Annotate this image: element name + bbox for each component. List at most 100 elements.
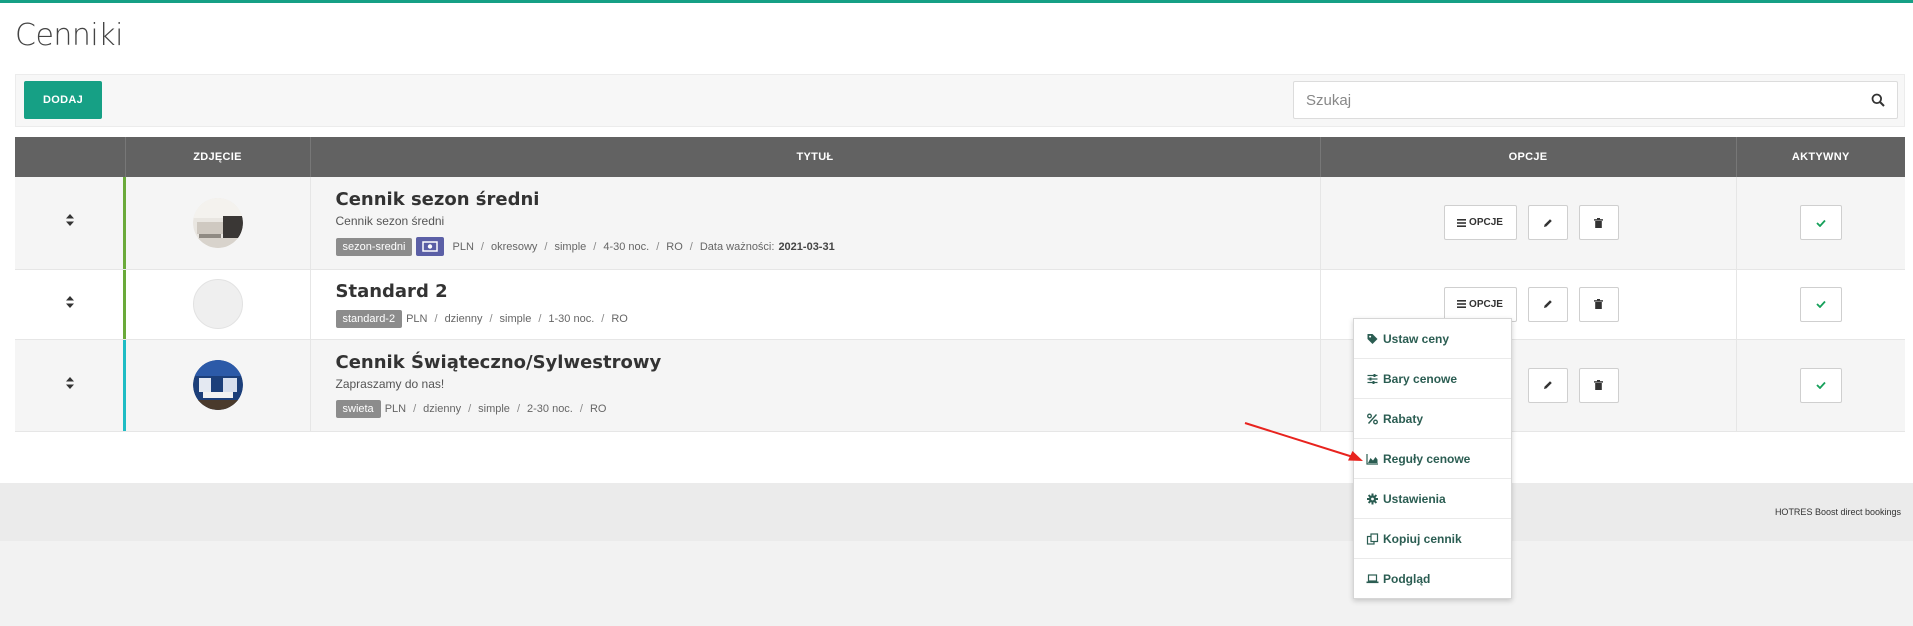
- copy-icon: [1366, 532, 1379, 545]
- code-badge: swieta: [335, 400, 381, 418]
- table-row: Cennik Świąteczno/Sylwestrowy Zapraszamy…: [15, 339, 1905, 432]
- sort-handle-icon[interactable]: [65, 295, 75, 309]
- header-options: OPCJE: [1320, 137, 1737, 177]
- delete-button[interactable]: [1578, 205, 1619, 241]
- room-photo: [192, 197, 243, 248]
- menu-item-label: Reguły cenowe: [1383, 451, 1471, 466]
- menu-item-price-bars[interactable]: Bary cenowe: [1354, 359, 1511, 399]
- search-input[interactable]: [1294, 82, 1854, 118]
- sort-handle-icon[interactable]: [65, 213, 75, 227]
- options-button[interactable]: OPCJE: [1443, 205, 1517, 241]
- edit-button[interactable]: [1527, 205, 1568, 241]
- pricing-type: simple: [478, 403, 510, 415]
- pricelist-subtitle: Zapraszamy do nas!: [335, 377, 445, 391]
- menu-item-label: Ustawienia: [1383, 491, 1446, 506]
- trash-icon: [1594, 299, 1603, 309]
- options-label: OPCJE: [1469, 217, 1503, 229]
- nights-range: 4-30 noc.: [603, 240, 650, 253]
- active-toggle[interactable]: [1799, 286, 1842, 322]
- period: dzienny: [423, 403, 462, 415]
- pricelist-name: Standard 2: [335, 280, 448, 302]
- edit-button[interactable]: [1527, 367, 1568, 403]
- gear-icon: [1367, 493, 1378, 504]
- menu-item-price-rules[interactable]: Reguły cenowe: [1354, 439, 1511, 479]
- menu-item-label: Kopiuj cennik: [1383, 531, 1462, 546]
- menu-item-label: Bary cenowe: [1383, 371, 1458, 386]
- sort-handle-icon[interactable]: [65, 376, 75, 390]
- menu-item-preview[interactable]: Podgląd: [1354, 559, 1511, 599]
- currency: PLN: [384, 403, 407, 415]
- sort-cell: [15, 269, 126, 340]
- search-box: [1293, 81, 1898, 119]
- header-active: AKTYWNY: [1736, 137, 1905, 177]
- pencil-icon: [1543, 218, 1552, 227]
- nights-range: 1-30 noc.: [548, 312, 595, 325]
- nights-range: 2-30 noc.: [527, 403, 573, 415]
- title-cell: Cennik sezon średni Cennik sezon średni …: [310, 177, 1321, 270]
- active-cell: [1736, 269, 1905, 340]
- delete-button[interactable]: [1578, 286, 1619, 322]
- menu-icon: [1457, 218, 1467, 227]
- pricelist-meta: swieta PLN / dzienny / simple/ 2-30 noc. / …: [335, 400, 1320, 418]
- photo-cell: [125, 177, 311, 270]
- board-type: RO: [666, 240, 683, 253]
- validity-date: 2021-03-31: [778, 240, 835, 253]
- laptop-icon: [1366, 574, 1379, 584]
- period: okresowy: [490, 240, 538, 253]
- menu-item-label: Rabaty: [1383, 411, 1424, 426]
- active-toggle[interactable]: [1799, 205, 1842, 241]
- delete-button[interactable]: [1578, 367, 1619, 403]
- pricing-type: simple: [499, 312, 532, 325]
- photo-placeholder: [192, 279, 243, 329]
- photo-cell: [125, 269, 311, 340]
- title-cell: Standard 2 standard-2 PLN / dzienny / simp…: [310, 269, 1321, 340]
- footer-text: HOTRES Boost direct bookings: [1774, 507, 1901, 517]
- period: dzienny: [444, 312, 483, 325]
- pricelist-subtitle: Cennik sezon średni: [335, 214, 445, 229]
- currency: PLN: [452, 240, 474, 253]
- code-badge: standard-2: [335, 309, 403, 328]
- active-cell: [1736, 339, 1905, 432]
- options-button[interactable]: OPCJE: [1443, 286, 1517, 322]
- search-icon[interactable]: [1871, 93, 1885, 107]
- options-label: OPCJE: [1469, 298, 1503, 310]
- title-cell: Cennik Świąteczno/Sylwestrowy Zapraszamy…: [310, 339, 1321, 432]
- active-cell: [1736, 177, 1905, 270]
- money-icon: [416, 237, 445, 257]
- pencil-icon: [1543, 381, 1552, 389]
- room-photo: [192, 360, 243, 410]
- menu-item-settings[interactable]: Ustawienia: [1354, 479, 1511, 519]
- code-badge: sezon-sredni: [335, 237, 413, 256]
- menu-item-copy-pricelist[interactable]: Kopiuj cennik: [1354, 519, 1511, 559]
- active-toggle[interactable]: [1799, 367, 1842, 403]
- add-button[interactable]: DODAJ: [24, 81, 102, 119]
- menu-item-label: Ustaw ceny: [1383, 331, 1450, 346]
- menu-item-label: Podgląd: [1383, 572, 1431, 586]
- sort-cell: [15, 177, 126, 270]
- options-cell: OPCJE: [1320, 177, 1737, 270]
- check-icon: [1816, 219, 1826, 227]
- toolbar: DODAJ: [15, 74, 1905, 127]
- photo-cell: [125, 339, 311, 432]
- header-sort: [15, 137, 126, 177]
- trash-icon: [1594, 217, 1603, 228]
- pricelist-table: ZDJĘCIE TYTUŁ OPCJE AKTYWNY Cennik sezon…: [15, 137, 1905, 432]
- trash-icon: [1594, 380, 1603, 390]
- board-type: RO: [589, 403, 607, 415]
- pricelist-name: Cennik Świąteczno/Sylwestrowy: [335, 352, 662, 373]
- table-row: Standard 2 standard-2 PLN / dzienny / simp…: [15, 269, 1905, 340]
- sliders-icon: [1367, 373, 1378, 384]
- header-title: TYTUŁ: [310, 137, 1321, 177]
- menu-icon: [1457, 300, 1467, 308]
- pricelist-meta: standard-2 PLN / dzienny / simple/ 1-30 no…: [335, 309, 1320, 328]
- menu-item-set-prices[interactable]: Ustaw ceny: [1354, 319, 1511, 359]
- pricing-type: simple: [554, 240, 587, 253]
- table-row: Cennik sezon średni Cennik sezon średni …: [15, 177, 1905, 270]
- page-title: Cenniki: [15, 18, 123, 53]
- row-color-strip: [122, 339, 126, 431]
- menu-item-discounts[interactable]: Rabaty: [1354, 399, 1511, 439]
- edit-button[interactable]: [1527, 286, 1568, 322]
- check-icon: [1816, 381, 1826, 389]
- header-photo: ZDJĘCIE: [125, 137, 311, 177]
- check-icon: [1816, 300, 1826, 308]
